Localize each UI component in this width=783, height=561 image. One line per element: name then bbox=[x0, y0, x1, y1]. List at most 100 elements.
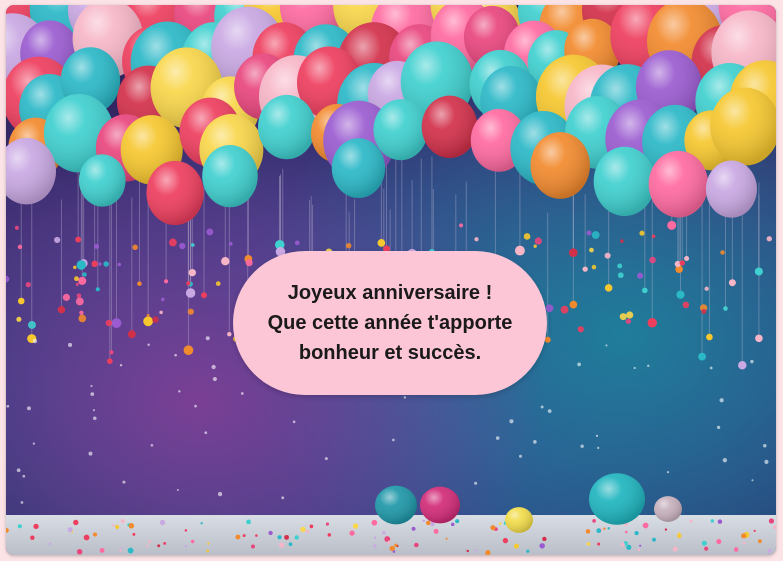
sparkle bbox=[722, 457, 728, 463]
sparkle bbox=[20, 501, 24, 504]
sparkle bbox=[509, 419, 514, 424]
confetti-dot bbox=[146, 313, 150, 318]
confetti-dot bbox=[625, 318, 632, 324]
confetti-dot bbox=[73, 265, 77, 270]
floor-confetti-dot bbox=[251, 544, 256, 549]
confetti-dot bbox=[98, 262, 102, 266]
confetti-dot bbox=[617, 263, 623, 269]
floor-confetti-dot bbox=[206, 549, 210, 553]
floor-balloon-shine bbox=[505, 507, 533, 533]
confetti-dot bbox=[17, 244, 23, 250]
confetti-dot bbox=[82, 272, 87, 277]
confetti-dot bbox=[91, 260, 98, 268]
floor-confetti-dot bbox=[596, 528, 602, 534]
floor-balloon bbox=[505, 507, 533, 533]
floor-confetti-dot bbox=[677, 533, 682, 539]
confetti-dot bbox=[75, 282, 79, 286]
floor-confetti-dot bbox=[672, 546, 678, 552]
floor-balloon-shine bbox=[654, 496, 682, 522]
floor-confetti-dot bbox=[268, 530, 273, 536]
confetti-dot bbox=[14, 225, 19, 230]
floor-confetti-dot bbox=[242, 534, 246, 538]
floor-confetti-dot bbox=[445, 537, 448, 540]
sparkle bbox=[605, 344, 608, 347]
floor-confetti-dot bbox=[526, 549, 530, 553]
floor-confetti-dot bbox=[373, 544, 377, 548]
floor-confetti-dot bbox=[425, 520, 431, 526]
confetti-dot bbox=[684, 255, 690, 261]
sparkle bbox=[147, 343, 150, 346]
confetti-dot bbox=[78, 276, 87, 285]
sparkle bbox=[716, 425, 721, 430]
balloon-shine bbox=[648, 150, 709, 218]
sparkle bbox=[92, 416, 97, 421]
sparkle bbox=[518, 454, 523, 458]
floor-confetti-dot bbox=[620, 542, 625, 547]
confetti-dot bbox=[738, 361, 747, 370]
floor-balloon-shine bbox=[420, 486, 460, 524]
sparkle bbox=[533, 440, 537, 444]
confetti-dot bbox=[25, 282, 31, 288]
sparkle bbox=[403, 396, 407, 399]
floor-confetti-dot bbox=[767, 548, 772, 553]
floor-confetti-dot bbox=[422, 519, 426, 523]
confetti-dot bbox=[161, 297, 165, 302]
confetti-dot bbox=[215, 281, 221, 286]
message-line-3: bonheur et succès. bbox=[298, 342, 482, 364]
floor-confetti-dot bbox=[607, 527, 610, 530]
floor-confetti-dot bbox=[112, 524, 115, 527]
sparkle bbox=[633, 366, 636, 370]
confetti-dot bbox=[728, 279, 736, 287]
confetti-dot bbox=[109, 350, 114, 355]
floor-confetti-dot bbox=[352, 523, 359, 529]
floor-confetti-dot bbox=[157, 544, 161, 548]
floor-confetti-dot bbox=[475, 549, 478, 552]
confetti-dot bbox=[626, 311, 634, 319]
floor-confetti-dot bbox=[411, 526, 416, 531]
confetti-dot bbox=[582, 266, 588, 272]
floor-confetti-dot bbox=[67, 527, 73, 533]
confetti-dot bbox=[17, 297, 25, 305]
confetti-dot bbox=[183, 345, 194, 356]
sparkle bbox=[204, 431, 208, 435]
balloon-shine bbox=[146, 160, 204, 226]
confetti-dot bbox=[187, 308, 194, 315]
floor-confetti-dot bbox=[542, 536, 547, 542]
sparkle bbox=[392, 438, 395, 442]
confetti-dot bbox=[676, 290, 685, 299]
confetti-dot bbox=[591, 231, 600, 239]
floor-confetti-dot bbox=[99, 548, 105, 553]
confetti-dot bbox=[294, 240, 300, 246]
confetti-dot bbox=[76, 260, 87, 270]
sparkle bbox=[292, 420, 296, 424]
floor-confetti-dot bbox=[689, 519, 693, 523]
floor-confetti-dot bbox=[92, 532, 98, 537]
confetti-dot bbox=[637, 272, 644, 279]
confetti-dot bbox=[107, 358, 113, 364]
confetti-dot bbox=[701, 309, 707, 315]
balloon bbox=[202, 144, 258, 208]
confetti-dot bbox=[533, 244, 537, 248]
floor-confetti-dot bbox=[76, 549, 83, 555]
balloon bbox=[146, 160, 204, 226]
confetti-dot bbox=[591, 264, 597, 270]
confetti-dot bbox=[78, 314, 87, 323]
confetti-dot bbox=[206, 228, 214, 236]
floor-confetti-dot bbox=[327, 533, 332, 537]
confetti-dot bbox=[95, 287, 100, 292]
balloon bbox=[705, 160, 757, 218]
confetti-dot bbox=[544, 336, 551, 343]
sparkle bbox=[577, 362, 581, 367]
floor-confetti-dot bbox=[716, 539, 722, 545]
sparkle bbox=[540, 405, 544, 409]
balloon bbox=[648, 150, 709, 218]
sparkle bbox=[709, 366, 713, 370]
confetti-dot bbox=[586, 230, 592, 236]
confetti-dot bbox=[245, 259, 253, 267]
confetti-dot bbox=[377, 239, 386, 247]
confetti-dot bbox=[168, 238, 177, 247]
sparkle bbox=[90, 384, 93, 388]
sparkle bbox=[281, 496, 285, 500]
confetti-dot bbox=[523, 233, 531, 240]
sparkle bbox=[32, 338, 38, 344]
